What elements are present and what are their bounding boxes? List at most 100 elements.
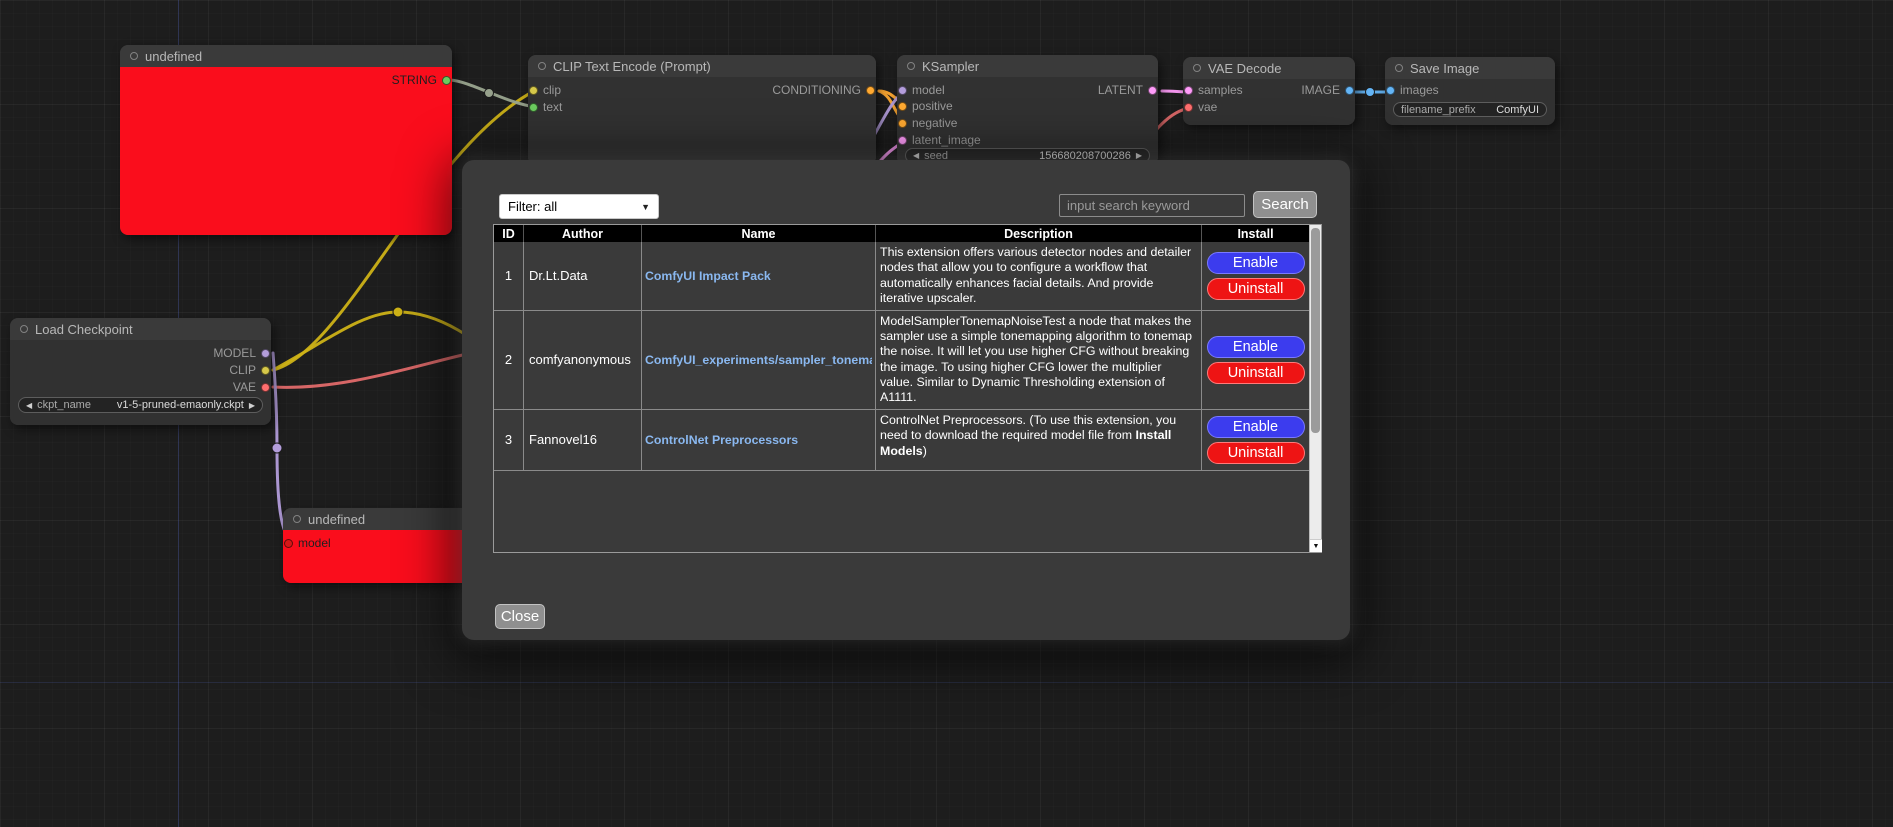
ckpt-name-label: ckpt_name [37,399,91,411]
collapse-dot-icon[interactable] [1193,64,1201,72]
reroute-dot-clip[interactable] [393,307,403,317]
node-title: undefined [145,49,202,64]
filename-prefix-label: filename_prefix [1401,104,1476,116]
header-description: Description [876,225,1202,242]
extension-link[interactable]: ComfyUI_experiments/sampler_tonemap [645,353,872,367]
port-label-text: text [543,100,562,114]
node-title-bar[interactable]: undefined [120,45,452,67]
reroute-dot-model[interactable] [272,443,282,453]
output-port-latent[interactable] [1148,86,1157,95]
collapse-dot-icon[interactable] [907,62,915,70]
node-title-bar[interactable]: undefined [283,508,473,530]
port-label-latent-image: latent_image [912,133,981,147]
node-title: Save Image [1410,61,1479,76]
filename-prefix-widget[interactable]: filename_prefix ComfyUI [1393,102,1547,117]
increment-arrow-icon[interactable]: ▶ [1136,151,1142,160]
extension-link[interactable]: ControlNet Preprocessors [645,433,798,447]
input-port-positive[interactable] [898,102,907,111]
input-port-text[interactable] [529,103,538,112]
port-label-clip: clip [543,83,561,97]
row-install-actions: Enable Uninstall [1202,410,1309,470]
input-port-model[interactable] [284,539,293,548]
search-button[interactable]: Search [1253,191,1317,218]
collapse-dot-icon[interactable] [1395,64,1403,72]
row-install-actions: Enable Uninstall [1202,311,1309,409]
node-undefined-bottom[interactable]: undefined model [283,508,473,583]
collapse-dot-icon[interactable] [20,325,28,333]
output-port-clip[interactable] [261,366,270,375]
table-row: 3 Fannovel16 ControlNet Preprocessors Co… [494,410,1309,471]
search-input[interactable] [1059,194,1245,217]
prev-arrow-icon[interactable]: ◀ [26,401,32,410]
node-save-image[interactable]: Save Image images filename_prefix ComfyU… [1385,57,1555,125]
enable-button[interactable]: Enable [1207,336,1305,358]
table-scrollbar-thumb[interactable] [1311,228,1320,433]
input-port-model[interactable] [898,86,907,95]
port-label-conditioning: CONDITIONING [772,83,861,97]
node-title-bar[interactable]: CLIP Text Encode (Prompt) [528,55,876,77]
node-title-bar[interactable]: Load Checkpoint [10,318,271,340]
node-clip-text-encode[interactable]: CLIP Text Encode (Prompt) clip text COND… [528,55,876,165]
output-port-vae[interactable] [261,383,270,392]
decrement-arrow-icon[interactable]: ◀ [913,151,919,160]
next-arrow-icon[interactable]: ▶ [249,401,255,410]
output-port-model[interactable] [261,349,270,358]
extension-table: ID Author Name Description Install 1 Dr.… [493,224,1322,553]
filename-prefix-value: ComfyUI [1496,104,1539,116]
row-description: ControlNet Preprocessors. (To use this e… [876,410,1202,470]
input-port-vae[interactable] [1184,103,1193,112]
node-load-checkpoint[interactable]: Load Checkpoint MODEL CLIP VAE ◀ ckpt_na… [10,318,271,425]
description-text: ) [923,444,927,458]
reroute-dot-image[interactable] [1366,88,1375,97]
header-name: Name [642,225,876,242]
port-label-model: model [912,83,945,97]
node-title: Load Checkpoint [35,322,133,337]
collapse-dot-icon[interactable] [538,62,546,70]
enable-button[interactable]: Enable [1207,252,1305,274]
extension-link[interactable]: ComfyUI Impact Pack [645,269,771,283]
output-port-string[interactable] [442,76,451,85]
output-port-conditioning[interactable] [866,86,875,95]
reroute-dot-string[interactable] [485,89,494,98]
table-scrollbar-track[interactable]: ▼ [1309,225,1321,552]
input-port-samples[interactable] [1184,86,1193,95]
ckpt-name-value: v1-5-pruned-emaonly.ckpt [117,399,244,411]
node-ksampler[interactable]: KSampler model positive negative latent_… [897,55,1158,165]
output-port-image[interactable] [1345,86,1354,95]
collapse-dot-icon[interactable] [293,515,301,523]
row-id: 3 [494,410,524,470]
input-port-negative[interactable] [898,119,907,128]
port-label-negative: negative [912,116,957,130]
enable-button[interactable]: Enable [1207,416,1305,438]
description-text: ControlNet Preprocessors. (To use this e… [880,413,1176,442]
ckpt-name-widget[interactable]: ◀ ckpt_name v1-5-pruned-emaonly.ckpt ▶ [18,397,263,413]
close-button[interactable]: Close [495,604,545,629]
node-vae-decode[interactable]: VAE Decode samples vae IMAGE [1183,57,1355,125]
node-title: KSampler [922,59,979,74]
uninstall-button[interactable]: Uninstall [1207,362,1305,384]
filter-select[interactable]: Filter: all ▼ [499,194,659,219]
header-author: Author [524,225,642,242]
input-port-clip[interactable] [529,86,538,95]
node-title: VAE Decode [1208,61,1281,76]
node-title: CLIP Text Encode (Prompt) [553,59,711,74]
table-row: 2 comfyanonymous ComfyUI_experiments/sam… [494,311,1309,410]
row-id: 2 [494,311,524,409]
node-title-bar[interactable]: KSampler [897,55,1158,77]
port-label-images: images [1400,83,1439,97]
input-port-latent-image[interactable] [898,136,907,145]
row-id: 1 [494,242,524,310]
port-label-image: IMAGE [1301,83,1340,97]
row-author: comfyanonymous [524,311,642,409]
node-undefined-top[interactable]: undefined STRING [120,45,452,235]
port-label-latent: LATENT [1098,83,1143,97]
node-title-bar[interactable]: VAE Decode [1183,57,1355,79]
node-title-bar[interactable]: Save Image [1385,57,1555,79]
port-label-model: MODEL [213,346,256,360]
port-label-samples: samples [1198,83,1243,97]
input-port-images[interactable] [1386,86,1395,95]
uninstall-button[interactable]: Uninstall [1207,442,1305,464]
scrollbar-down-arrow-icon[interactable]: ▼ [1310,539,1322,552]
collapse-dot-icon[interactable] [130,52,138,60]
uninstall-button[interactable]: Uninstall [1207,278,1305,300]
